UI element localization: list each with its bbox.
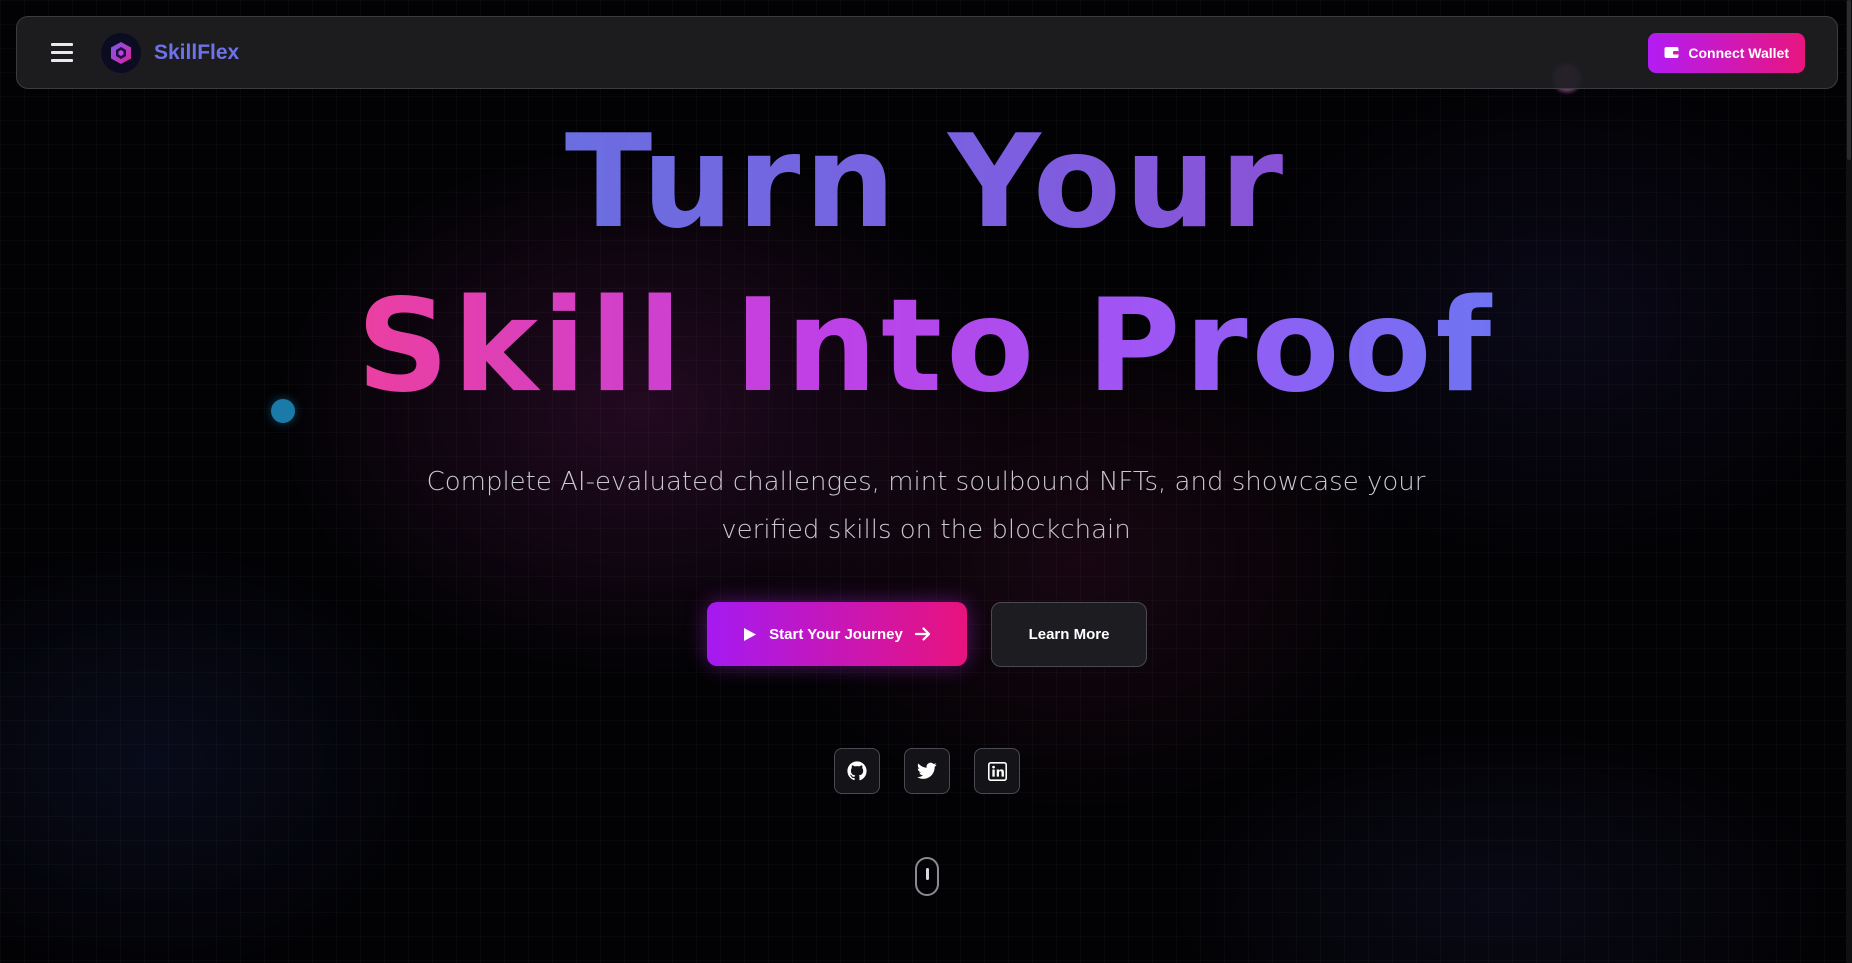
navbar-left: SkillFlex [47,32,239,73]
learn-more-button[interactable]: Learn More [991,602,1147,667]
linkedin-icon [987,761,1007,781]
start-journey-button[interactable]: Start Your Journey [707,602,967,666]
play-icon [744,627,757,641]
github-link[interactable] [834,748,880,794]
learn-more-label: Learn More [1028,626,1110,643]
brand-name[interactable]: SkillFlex [154,41,239,65]
twitter-icon [917,762,937,779]
start-journey-label: Start Your Journey [769,625,903,643]
connect-wallet-button[interactable]: Connect Wallet [1648,32,1805,73]
scroll-down-indicator[interactable] [915,857,939,896]
twitter-link[interactable] [904,748,950,794]
hero-subtitle: Complete AI-evaluated challenges, mint s… [426,458,1426,554]
hamburger-menu-icon[interactable] [47,38,77,68]
subtitle-line2: verified skills on the blockchain [721,515,1131,545]
github-icon [847,761,867,781]
hero-headline-line1: Turn Your [564,108,1288,257]
linkedin-link[interactable] [974,748,1020,794]
hero-headline-line2: Skill Into Proof [356,272,1496,421]
top-navbar: SkillFlex Connect Wallet [16,16,1838,89]
wallet-icon [1664,47,1679,58]
arrow-right-icon [914,627,930,641]
connect-wallet-label: Connect Wallet [1688,44,1789,61]
cube-logo-icon[interactable] [101,32,141,73]
subtitle-line1: Complete AI-evaluated challenges, mint s… [426,467,1426,497]
scroll-indicator-dot [925,868,929,880]
